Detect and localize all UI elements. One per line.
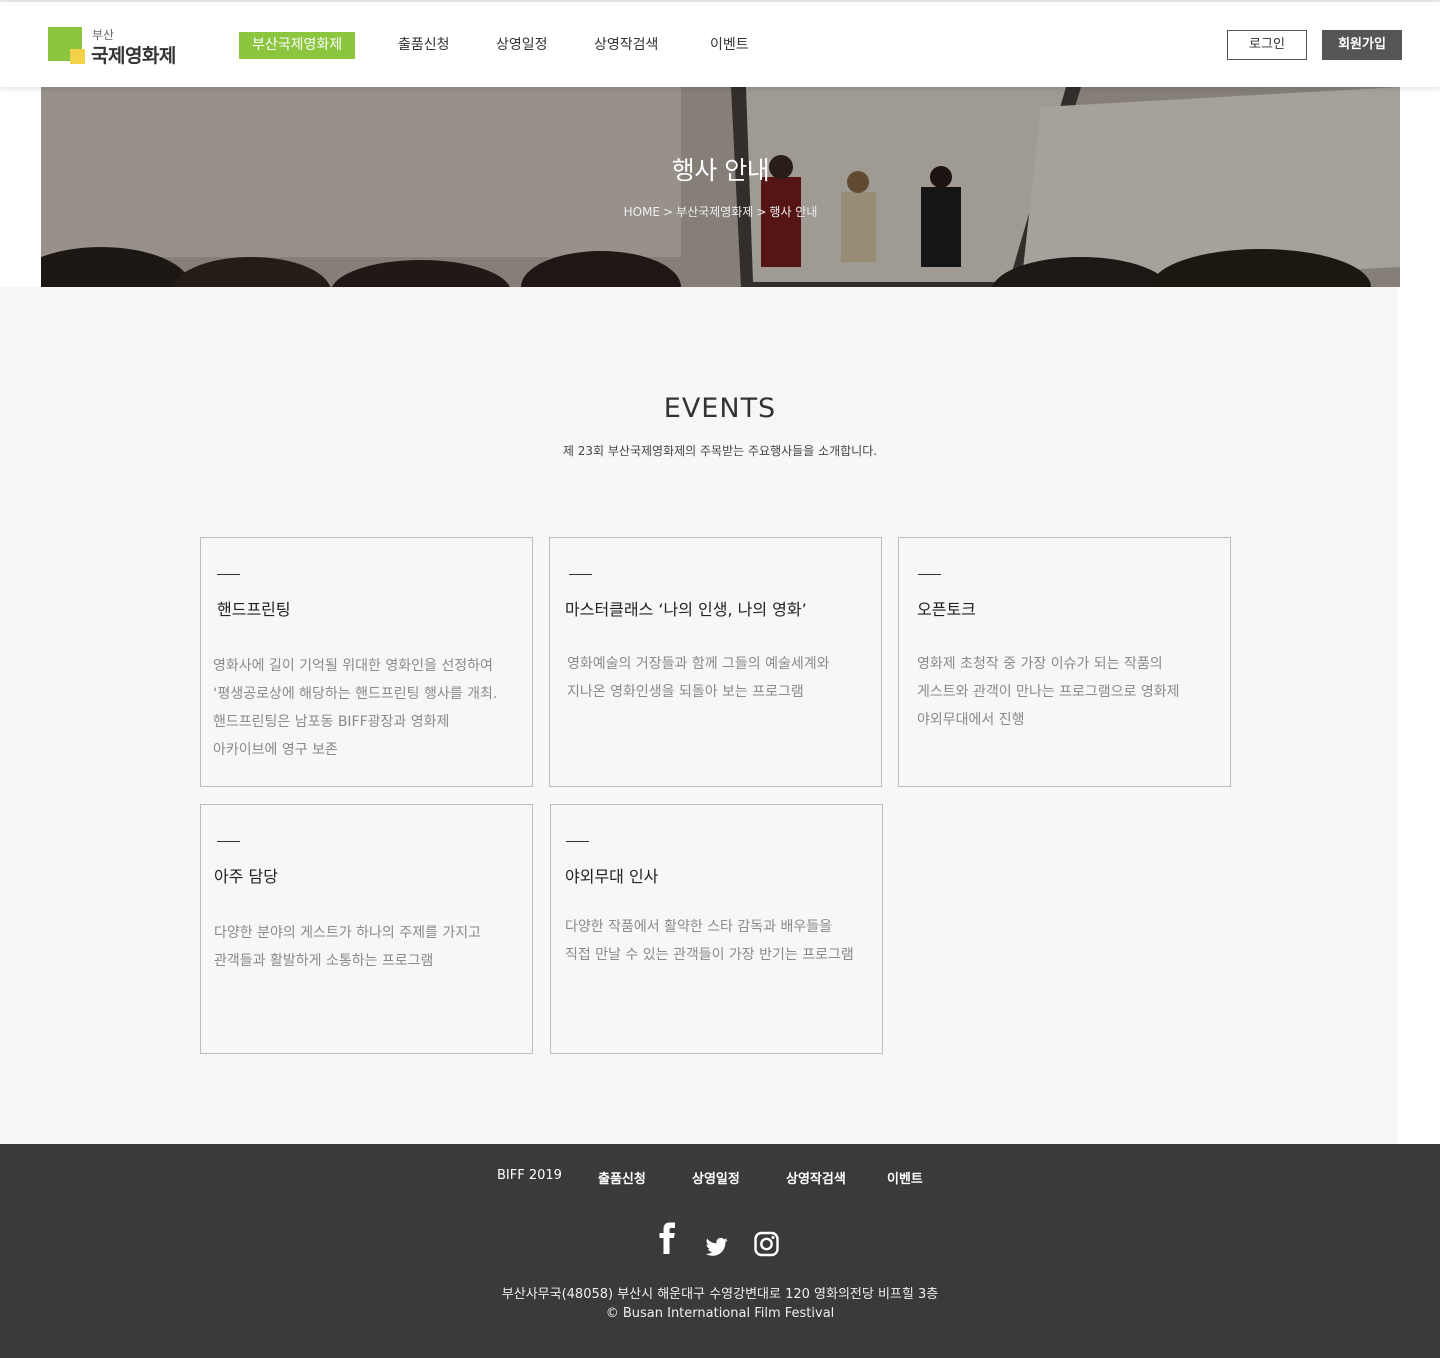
card-title: 야외무대 인사: [565, 867, 659, 886]
logo-yellow-square: [70, 49, 85, 64]
nav-item-submission[interactable]: 출품신청: [398, 32, 450, 59]
card-description: 다양한 분야의 게스트가 하나의 주제를 가지고 관객들과 활발하게 소통하는 …: [214, 925, 481, 969]
card-title: 마스터클래스 ‘나의 인생, 나의 영화’: [565, 600, 807, 619]
chevron-right-icon: >: [756, 205, 767, 219]
card-title: 오픈토크: [917, 600, 976, 619]
chevron-right-icon: >: [663, 205, 674, 219]
breadcrumb-home[interactable]: HOME: [624, 205, 660, 219]
breadcrumb-current[interactable]: 행사 안내: [769, 205, 817, 219]
facebook-icon[interactable]: [658, 1222, 678, 1256]
card-description: 다양한 작품에서 활약한 스타 감독과 배우들을 직접 만날 수 있는 관객들이…: [565, 919, 854, 963]
footer-copyright: © Busan International Film Festival: [605, 1306, 835, 1321]
signup-button[interactable]: 회원가입: [1322, 30, 1402, 60]
logo-main-text: 국제영화제: [91, 45, 176, 67]
page-title: 행사 안내: [671, 156, 770, 185]
card-description: 영화예술의 거장들과 함께 그들의 예술세계와 지나온 영화인생을 되돌아 보는…: [567, 656, 830, 700]
card-description: 영화사에 길이 기억될 위대한 영화인을 선정하여 ‘평생공로상에 해당하는 핸…: [213, 658, 498, 758]
site-footer: BIFF 2019 출품신청 상영일정 상영작검색 이벤트 부산사무국(4805…: [0, 1144, 1440, 1358]
nav-item-film-search[interactable]: 상영작검색: [594, 32, 658, 59]
card-accent-line: [569, 574, 592, 575]
footer-nav-submission[interactable]: 출품신청: [598, 1168, 646, 1187]
card-accent-line: [566, 841, 589, 842]
events-section: EVENTS 제 23회 부산국제영화제의 주목받는 주요행사들을 소개합니다.…: [0, 287, 1398, 1144]
event-card-asia-talk[interactable]: 아주 담당 다양한 분야의 게스트가 하나의 주제를 가지고 관객들과 활발하게…: [200, 804, 533, 1054]
breadcrumb-biff[interactable]: 부산국제영화제: [676, 205, 753, 219]
login-button[interactable]: 로그인: [1227, 30, 1307, 60]
site-header: 부산 국제영화제 부산국제영화제 출품신청 상영일정 상영작검색 이벤트 로그인…: [0, 2, 1440, 87]
nav-item-biff[interactable]: 부산국제영화제: [239, 32, 356, 59]
event-card-masterclass[interactable]: 마스터클래스 ‘나의 인생, 나의 영화’ 영화예술의 거장들과 함께 그들의 …: [549, 537, 882, 787]
footer-nav-schedule[interactable]: 상영일정: [692, 1168, 740, 1187]
card-title: 핸드프린팅: [217, 600, 291, 619]
footer-nav-film-search[interactable]: 상영작검색: [786, 1168, 846, 1187]
footer-nav-events[interactable]: 이벤트: [887, 1168, 923, 1187]
card-description: 영화제 초청작 중 가장 이슈가 되는 작품의 게스트와 관객이 만나는 프로그…: [917, 656, 1180, 728]
breadcrumb: HOME > 부산국제영화제 > 행사 안내: [41, 203, 1400, 220]
card-accent-line: [217, 574, 240, 575]
nav-item-schedule[interactable]: 상영일정: [496, 32, 548, 59]
event-card-open-talk[interactable]: 오픈토크 영화제 초청작 중 가장 이슈가 되는 작품의 게스트와 관객이 만나…: [898, 537, 1231, 787]
nav-item-events[interactable]: 이벤트: [710, 32, 749, 59]
events-subheading: 제 23회 부산국제영화제의 주목받는 주요행사들을 소개합니다.: [562, 444, 878, 458]
events-heading: EVENTS: [663, 393, 777, 424]
hero-banner: 행사 안내 HOME > 부산국제영화제 > 행사 안내: [41, 87, 1400, 287]
twitter-icon[interactable]: [706, 1230, 728, 1264]
footer-nav-biff2019[interactable]: BIFF 2019: [497, 1168, 562, 1183]
event-card-handprinting[interactable]: 핸드프린팅 영화사에 길이 기억될 위대한 영화인을 선정하여 ‘평생공로상에 …: [200, 537, 533, 787]
card-title: 아주 담당: [214, 867, 278, 886]
footer-address: 부산사무국(48058) 부산시 해운대구 수영강변대로 120 영화의전당 비…: [501, 1287, 939, 1302]
hero-dark-overlay: [41, 87, 1400, 287]
site-logo[interactable]: 부산 국제영화제: [48, 27, 188, 67]
card-accent-line: [918, 574, 941, 575]
card-accent-line: [217, 841, 240, 842]
instagram-icon[interactable]: [754, 1227, 779, 1261]
event-card-outdoor-stage[interactable]: 야외무대 인사 다양한 작품에서 활약한 스타 감독과 배우들을 직접 만날 수…: [550, 804, 883, 1054]
